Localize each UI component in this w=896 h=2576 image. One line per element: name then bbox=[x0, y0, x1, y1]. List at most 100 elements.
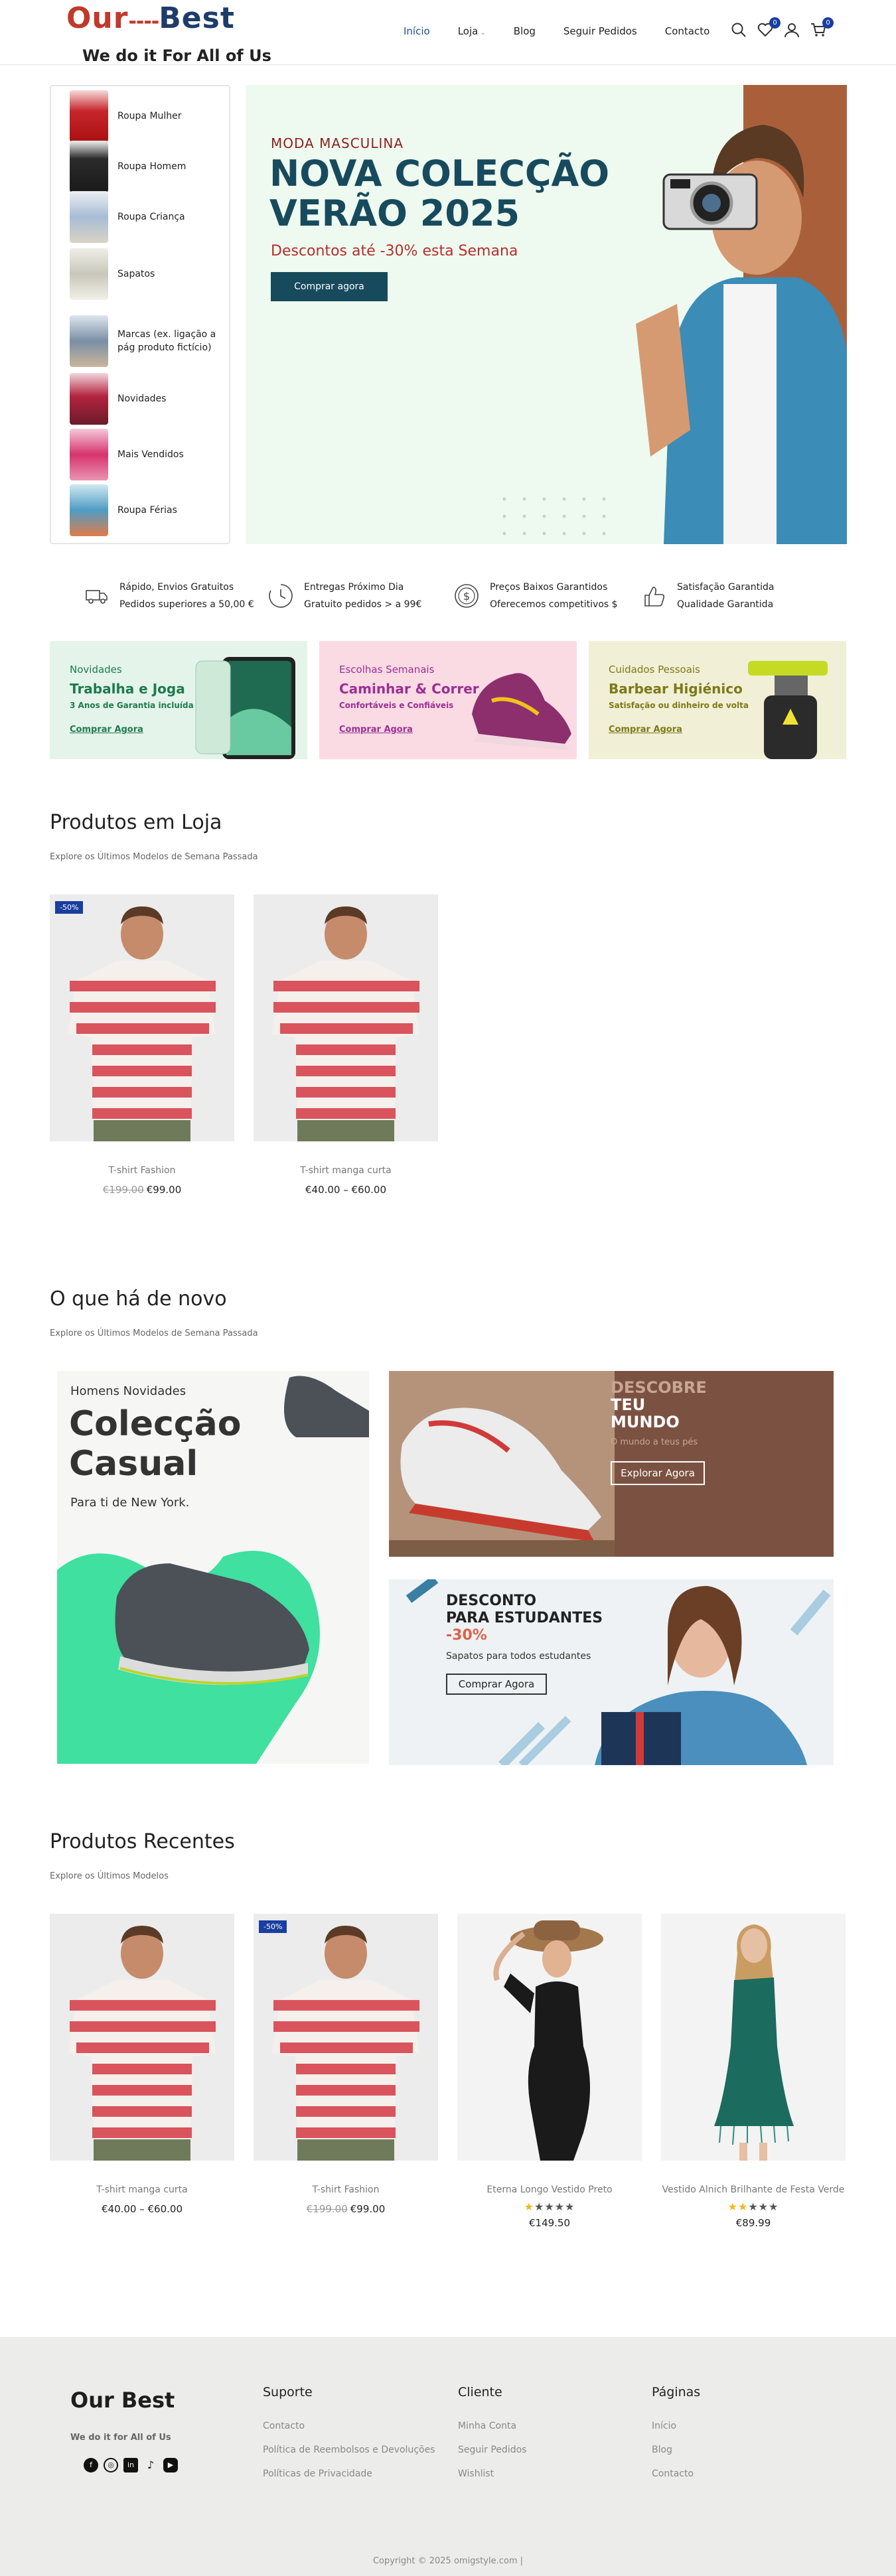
logo-word-best: Best bbox=[159, 1, 235, 35]
footer-link[interactable]: Wishlist bbox=[458, 2469, 494, 2479]
category-thumb bbox=[70, 484, 108, 536]
nav-contacto[interactable]: Contacto bbox=[665, 25, 710, 37]
nav-seguir-pedidos[interactable]: Seguir Pedidos bbox=[563, 25, 637, 37]
promo-card-cuidados[interactable]: Cuidados Pessoais Barbear Higiénico Sati… bbox=[589, 641, 846, 759]
chevron-down-icon: ⌄ bbox=[480, 29, 486, 36]
running-shoe-image bbox=[389, 1371, 615, 1557]
category-item-roupa-ferias[interactable]: Roupa Férias bbox=[70, 484, 226, 536]
product-image-tshirt[interactable] bbox=[50, 1914, 234, 2161]
tiktok-icon[interactable]: ♪ bbox=[143, 2458, 158, 2472]
product-card[interactable]: T-shirt manga curta €40.00 – €60.00 bbox=[254, 894, 438, 1196]
footer-link[interactable]: Seguir Pedidos bbox=[458, 2445, 526, 2455]
category-label: Roupa Criança bbox=[117, 212, 185, 222]
product-card[interactable]: Eterna Longo Vestido Preto ★★★★★ €149.50 bbox=[457, 1914, 642, 2229]
product-card[interactable]: -50% T-shirt Fashion €199.00 €99.00 bbox=[254, 1914, 438, 2215]
promo-shop-link[interactable]: Comprar Agora bbox=[339, 725, 413, 735]
nav-inicio[interactable]: Início bbox=[404, 25, 430, 37]
category-item-novidades[interactable]: Novidades bbox=[70, 373, 226, 425]
sale-badge: -50% bbox=[55, 901, 84, 914]
product-name[interactable]: Eterna Longo Vestido Preto bbox=[457, 2183, 642, 2196]
footer-link[interactable]: Política de Reembolsos e Devoluções bbox=[263, 2445, 435, 2455]
product-image-tshirt[interactable] bbox=[254, 894, 438, 1141]
footer-link[interactable]: Contacto bbox=[263, 2421, 305, 2431]
hero-title: NOVA COLECÇÃO VERÃO 2025 bbox=[269, 154, 609, 234]
feature-desc: Pedidos superiores a 50,00 € bbox=[119, 599, 254, 610]
search-icon[interactable] bbox=[730, 21, 749, 40]
promo-card-escolhas[interactable]: Escolhas Semanais Caminhar & Correr Conf… bbox=[319, 641, 577, 759]
section-title-recent: Produtos Recentes bbox=[50, 1830, 235, 1853]
category-item-mais-vendidos[interactable]: Mais Vendidos bbox=[70, 429, 226, 480]
footer-link[interactable]: Minha Conta bbox=[458, 2421, 516, 2431]
category-label: Novidades bbox=[117, 394, 167, 404]
promo-title: Caminhar & Correr bbox=[339, 681, 479, 697]
star-icon: ★★★ bbox=[748, 2200, 779, 2213]
feature-title: Preços Baixos Garantidos bbox=[490, 582, 608, 593]
feature-desc: Qualidade Garantida bbox=[677, 599, 774, 610]
footer-logo[interactable]: Our Best bbox=[70, 2388, 175, 2413]
product-name[interactable]: T-shirt manga curta bbox=[254, 1164, 438, 1177]
product-name[interactable]: T-shirt Fashion bbox=[50, 1164, 234, 1177]
promo-kicker: Cuidados Pessoais bbox=[609, 664, 700, 676]
product-image-green-dress[interactable] bbox=[661, 1914, 846, 2161]
feature-title: Satisfação Garantida bbox=[677, 582, 775, 593]
linkedin-icon[interactable]: in bbox=[123, 2458, 138, 2472]
wishlist-heart-icon[interactable]: 0 bbox=[757, 17, 781, 40]
product-name[interactable]: T-shirt manga curta bbox=[50, 2183, 234, 2196]
decorative-dot-grid bbox=[502, 497, 606, 536]
account-user-icon[interactable] bbox=[783, 21, 802, 40]
category-item-marcas[interactable]: Marcas (ex. ligação a pág produto fictíc… bbox=[70, 309, 226, 373]
promo-title: Barbear Higiénico bbox=[609, 681, 743, 697]
product-name[interactable]: Vestido Alnich Brilhante de Festa Verde bbox=[661, 2183, 846, 2196]
product-current-price: €99.00 bbox=[350, 2203, 386, 2215]
promo-subtitle: Confortáveis e Confiáveis bbox=[339, 701, 454, 710]
product-image-black-dress[interactable] bbox=[457, 1914, 642, 2161]
hero-title-line2: VERÃO 2025 bbox=[269, 192, 520, 234]
promo-card-novidades[interactable]: Novidades Trabalha e Joga 3 Anos de Gara… bbox=[50, 641, 307, 759]
product-card[interactable]: Vestido Alnich Brilhante de Festa Verde … bbox=[661, 1914, 846, 2229]
product-price: €89.99 bbox=[735, 2217, 771, 2229]
banner-student-discount[interactable]: DESCONTO PARA ESTUDANTES -30% Sapatos pa… bbox=[389, 1579, 834, 1765]
promo-shop-link[interactable]: Comprar Agora bbox=[70, 725, 143, 735]
casual-title: Colecção Casual bbox=[69, 1404, 241, 1484]
footer-link[interactable]: Blog bbox=[652, 2445, 672, 2455]
promo-subtitle: Satisfação ou dinheiro de volta bbox=[609, 701, 749, 710]
section-title-store: Produtos em Loja bbox=[50, 811, 222, 834]
discover-title-line1: DESCOBRE bbox=[611, 1378, 707, 1397]
youtube-icon[interactable]: ▶ bbox=[163, 2458, 178, 2472]
product-name[interactable]: T-shirt Fashion bbox=[254, 2183, 438, 2196]
product-card[interactable]: -50% T-shirt Fashion €199.00 €99.00 bbox=[50, 894, 234, 1196]
category-label: Roupa Férias bbox=[117, 505, 177, 516]
category-thumb bbox=[70, 248, 108, 300]
banner-discover-world[interactable]: DESCOBRE TEU MUNDO O mundo a teus pés Ex… bbox=[389, 1371, 834, 1557]
product-image-tshirt[interactable]: -50% bbox=[254, 1914, 438, 2161]
copyright-text: Copyright © 2025 omigstyle.com | bbox=[372, 2556, 524, 2566]
footer-link[interactable]: Políticas de Privacidade bbox=[263, 2469, 372, 2479]
category-item-roupa-mulher[interactable]: Roupa Mulher bbox=[70, 90, 226, 142]
hero-shop-button[interactable]: Comprar agora bbox=[271, 272, 388, 301]
nav-loja[interactable]: Loja ⌄ bbox=[458, 25, 486, 37]
product-price: €40.00 – €60.00 bbox=[101, 2203, 183, 2215]
nav-blog[interactable]: Blog bbox=[514, 25, 536, 37]
cart-icon[interactable]: 0 bbox=[810, 17, 834, 40]
explore-now-button[interactable]: Explorar Agora bbox=[611, 1461, 705, 1485]
promo-shop-link[interactable]: Comprar Agora bbox=[609, 725, 682, 735]
banner-casual-collection[interactable]: Homens Novidades Colecção Casual Para ti… bbox=[57, 1371, 369, 1764]
footer-link[interactable]: Contacto bbox=[652, 2469, 694, 2479]
casual-title-line2: Casual bbox=[69, 1444, 198, 1484]
category-item-sapatos[interactable]: Sapatos bbox=[70, 248, 226, 300]
footer-col-paginas-title: Páginas bbox=[652, 2385, 701, 2399]
footer-link[interactable]: Início bbox=[652, 2421, 676, 2431]
facebook-icon[interactable]: f bbox=[84, 2458, 98, 2472]
category-item-roupa-homem[interactable]: Roupa Homem bbox=[70, 141, 226, 192]
site-logo[interactable]: Our----Best bbox=[66, 1, 235, 35]
category-item-roupa-crianca[interactable]: Roupa Criança bbox=[70, 191, 226, 243]
nav-loja-label: Loja bbox=[457, 25, 479, 37]
section-title-new: O que há de novo bbox=[50, 1287, 227, 1311]
product-image-tshirt[interactable]: -50% bbox=[50, 894, 234, 1141]
product-card[interactable]: T-shirt manga curta €40.00 – €60.00 bbox=[50, 1914, 234, 2215]
hero-kicker: MODA MASCULINA bbox=[271, 135, 404, 151]
instagram-icon[interactable]: ◎ bbox=[104, 2458, 118, 2472]
footer-tagline: We do it for All of Us bbox=[70, 2433, 171, 2443]
feature-desc: Oferecemos competitivos $ bbox=[490, 599, 618, 610]
student-shop-button[interactable]: Comprar Agora bbox=[446, 1674, 547, 1695]
